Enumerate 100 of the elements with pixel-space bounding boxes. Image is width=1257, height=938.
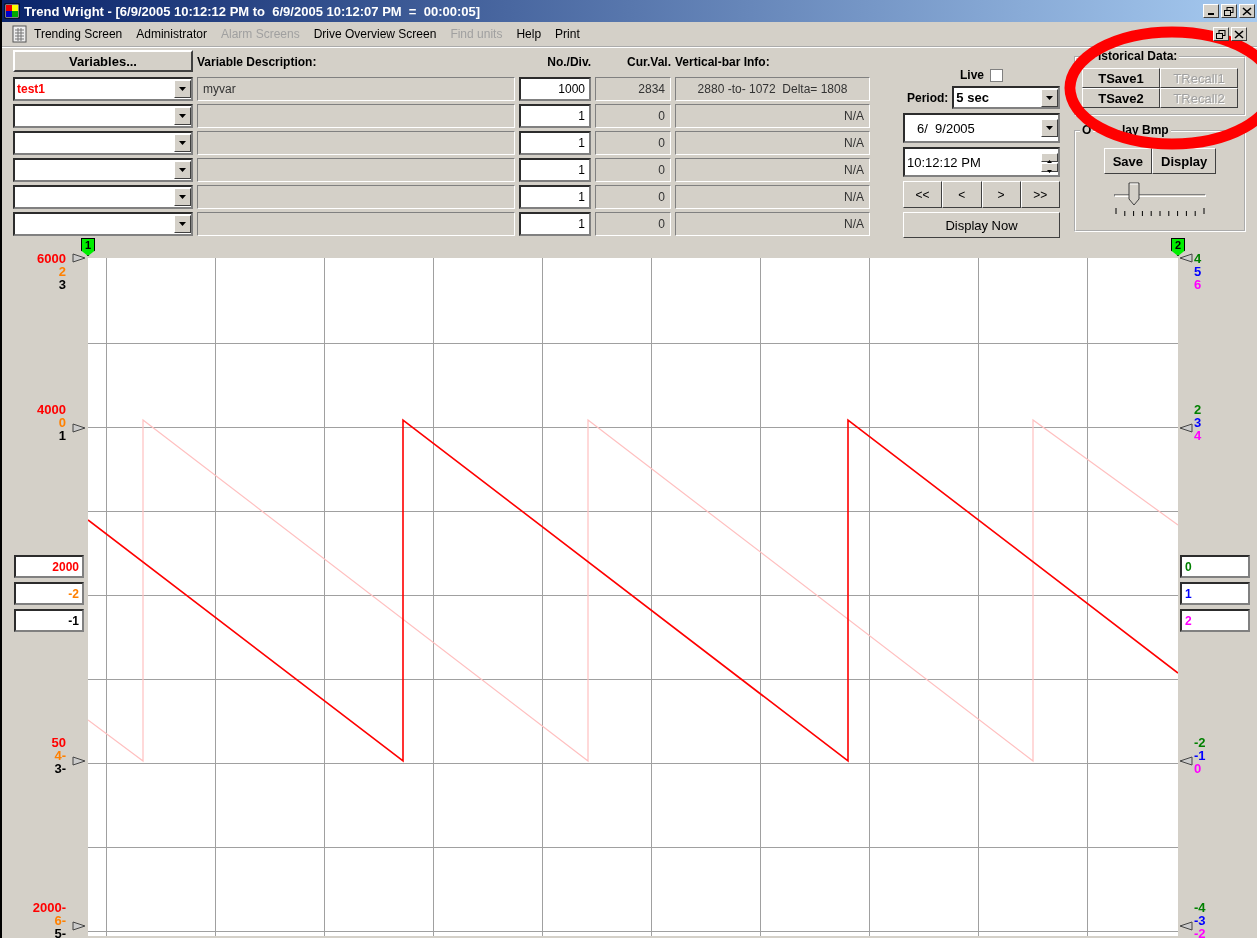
navigation-button[interactable]: < [942, 181, 982, 208]
axis-label: 0 [58, 416, 66, 429]
axis-marker-icon [72, 756, 86, 766]
axis-label: 50 [51, 736, 66, 749]
per-division-field[interactable]: 1 [519, 185, 591, 209]
per-division-field[interactable]: 1 [519, 104, 591, 128]
variables-button[interactable]: Variables... [13, 50, 193, 72]
close-button[interactable] [1231, 27, 1247, 41]
axis-label: 5- [54, 927, 66, 938]
slider-thumb[interactable] [1128, 182, 1141, 206]
axis-label: 3 [58, 278, 66, 291]
per-division-field[interactable]: 1000 [519, 77, 591, 101]
axis-label: 0 [1194, 762, 1202, 775]
menu-item[interactable]: Help [516, 27, 542, 41]
axis-label: 4 [1194, 429, 1202, 442]
restore-icon [1224, 6, 1234, 16]
current-value-cell: 0 [595, 131, 671, 155]
restore-button[interactable] [1213, 27, 1229, 41]
display-now-button[interactable]: Display Now [903, 212, 1060, 238]
scale-field[interactable]: 2000 [14, 555, 84, 578]
bar-info-cell: N/A [675, 212, 870, 236]
axis-label: 6 [1194, 278, 1202, 291]
group-label: istorical Data: [1096, 49, 1180, 63]
per-division-field[interactable]: 1 [519, 212, 591, 236]
document-icon [12, 25, 28, 43]
axis-label: -4 [1194, 901, 1206, 914]
menu-item[interactable]: Administrator [136, 27, 207, 41]
menu-item[interactable]: Drive Overview Screen [313, 27, 437, 41]
current-value-cell: 0 [595, 185, 671, 209]
axis-marker-icon [72, 921, 86, 931]
overlay-button[interactable]: Save [1103, 148, 1153, 174]
live-checkbox[interactable] [990, 68, 1003, 82]
menu-item[interactable]: Trending Screen [34, 27, 123, 41]
axis-label: -1 [1194, 749, 1206, 762]
current-value-cell: 0 [595, 158, 671, 182]
axis-label: 3 [1194, 416, 1202, 429]
axis-label: 3- [54, 762, 66, 775]
scale-field[interactable]: 1 [1180, 582, 1250, 605]
axis-label: 6- [54, 914, 66, 927]
axis-label: 4- [54, 749, 66, 762]
per-division-field[interactable]: 1 [519, 158, 591, 182]
axis-label: 5 [1194, 265, 1202, 278]
axis-marker-icon [72, 423, 86, 433]
axis-label: -2 [1194, 736, 1206, 749]
axis-label: 2 [58, 265, 66, 278]
scale-field[interactable]: 0 [1180, 555, 1250, 578]
cursor-marker[interactable]: 2 [1171, 238, 1185, 256]
date-picker[interactable]: 6/ 9/2005 [903, 113, 1060, 143]
window-title: Trend Wright - [6/9/2005 10:12:12 PM to 6/9/2005 10:12:07 PM = 00:00:05] [24, 3, 482, 19]
current-value-cell: 0 [595, 212, 671, 236]
axis-marker-icon [1179, 423, 1193, 433]
overlay-button[interactable]: Display [1152, 148, 1217, 174]
axis-marker-icon [1179, 921, 1193, 931]
spin-down-icon[interactable] [1041, 162, 1058, 172]
minimize-icon [1208, 13, 1214, 15]
close-button[interactable] [1239, 4, 1255, 18]
axis-label: 4000 [37, 403, 66, 416]
spin-up-icon[interactable] [1041, 152, 1058, 162]
axis-label: 2000- [32, 901, 66, 914]
navigation-button[interactable]: >> [1020, 181, 1060, 208]
variable-dropdown[interactable] [13, 104, 193, 128]
variable-dropdown[interactable] [13, 131, 193, 155]
variable-dropdown[interactable]: test1 [13, 77, 193, 101]
live-label: Live [960, 68, 984, 82]
variable-dropdown[interactable] [13, 212, 193, 236]
column-header: Variable Description: [197, 55, 318, 69]
per-division-field[interactable]: 1 [519, 131, 591, 155]
period-dropdown[interactable]: 5 sec [952, 86, 1060, 109]
bar-info-cell: N/A [675, 158, 870, 182]
axis-label: 2 [1194, 403, 1202, 416]
menu-item[interactable]: Print [555, 27, 580, 41]
history-button[interactable]: TSave1 [1082, 68, 1160, 88]
restore-button[interactable] [1221, 4, 1237, 18]
bar-info-cell: N/A [675, 185, 870, 209]
app-icon [4, 3, 20, 19]
scale-field[interactable]: -1 [14, 609, 84, 632]
navigation-button[interactable]: << [903, 181, 943, 208]
bar-info-cell: N/A [675, 131, 870, 155]
variable-dropdown[interactable] [13, 158, 193, 182]
axis-marker-icon [1179, 756, 1193, 766]
minimize-button[interactable] [1203, 4, 1219, 18]
navigation-button[interactable]: > [981, 181, 1021, 208]
period-label: Period: [907, 90, 949, 105]
close-icon [1234, 29, 1244, 39]
variable-dropdown[interactable] [13, 185, 193, 209]
axis-marker-icon [72, 253, 86, 263]
cursor-marker[interactable]: 1 [81, 238, 95, 256]
axis-label: 4 [1194, 252, 1202, 265]
axis-label: 6000 [37, 252, 66, 265]
restore-icon [1216, 29, 1226, 39]
axis-label: -2 [1194, 927, 1206, 938]
current-value-cell: 2834 [595, 77, 671, 101]
close-icon [1242, 6, 1252, 16]
column-header: No./Div. [547, 55, 591, 69]
description-cell: myvar [197, 77, 515, 101]
bar-info-cell: 2880 -to- 1072 Delta= 1808 [675, 77, 870, 101]
time-field[interactable]: 10:12:12 PM [903, 147, 1060, 177]
slider[interactable] [1114, 182, 1206, 218]
current-value-cell: 0 [595, 104, 671, 128]
history-button[interactable]: TSave2 [1082, 88, 1160, 108]
